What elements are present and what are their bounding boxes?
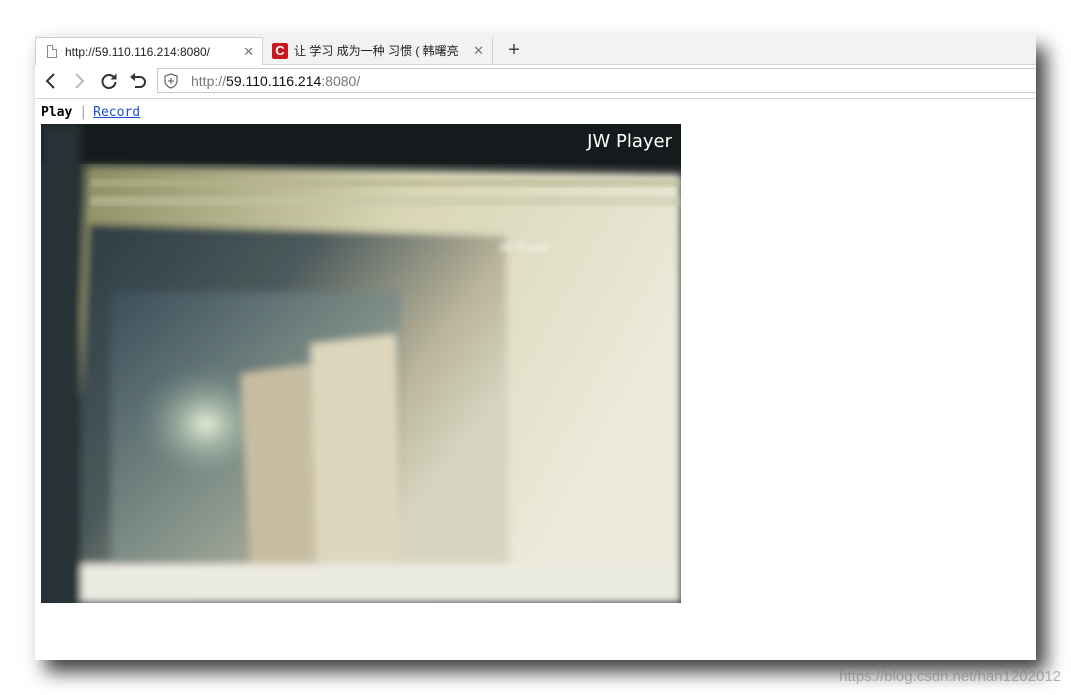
tab-title: http://59.110.116.214:8080/ bbox=[65, 44, 211, 59]
nav-links: Play | Record bbox=[41, 105, 140, 120]
shield-icon[interactable] bbox=[164, 72, 178, 89]
csdn-logo-icon: C bbox=[272, 42, 288, 59]
tab-active[interactable]: http://59.110.116.214:8080/ ✕ bbox=[35, 37, 263, 65]
tab-title: 让 学习 成为一种 习惯 ( 韩曙亮 bbox=[294, 44, 459, 58]
record-link[interactable]: Record bbox=[93, 105, 140, 120]
reload-icon[interactable] bbox=[99, 71, 119, 91]
url-scheme: http:// bbox=[191, 72, 227, 89]
inner-brand-text: JW Player bbox=[498, 241, 551, 254]
address-bar[interactable]: http://59.110.116.214:8080/ bbox=[157, 68, 1036, 93]
url-text: http://59.110.116.214:8080/ bbox=[191, 73, 360, 89]
close-tab-icon[interactable]: ✕ bbox=[473, 43, 484, 59]
browser-window: http://59.110.116.214:8080/ ✕ C 让 学习 成为一… bbox=[35, 35, 1036, 660]
tab-strip: http://59.110.116.214:8080/ ✕ C 让 学习 成为一… bbox=[35, 35, 1036, 65]
play-link[interactable]: Play bbox=[41, 105, 72, 120]
tab-csdn[interactable]: C 让 学习 成为一种 习惯 ( 韩曙亮 ✕ bbox=[263, 37, 493, 64]
back-icon[interactable] bbox=[41, 71, 61, 91]
video-frame: JW Player bbox=[41, 124, 681, 603]
toolbar: http://59.110.116.214:8080/ bbox=[35, 65, 1036, 99]
player-brand-label: JW Player bbox=[587, 131, 672, 152]
watermark: https://blog.csdn.net/han1202012 bbox=[839, 668, 1061, 685]
page-icon bbox=[47, 45, 57, 58]
close-tab-icon[interactable]: ✕ bbox=[243, 44, 254, 60]
new-tab-button[interactable]: + bbox=[501, 38, 527, 62]
video-player[interactable]: JW Player JW Player bbox=[41, 124, 681, 603]
forward-icon[interactable] bbox=[69, 71, 89, 91]
url-rest: :8080/ bbox=[321, 72, 361, 89]
url-host: 59.110.116.214 bbox=[226, 72, 322, 89]
link-separator: | bbox=[79, 105, 88, 120]
page-content: Play | Record JW Player JW Player bbox=[35, 99, 1036, 660]
undo-icon[interactable] bbox=[128, 71, 148, 91]
